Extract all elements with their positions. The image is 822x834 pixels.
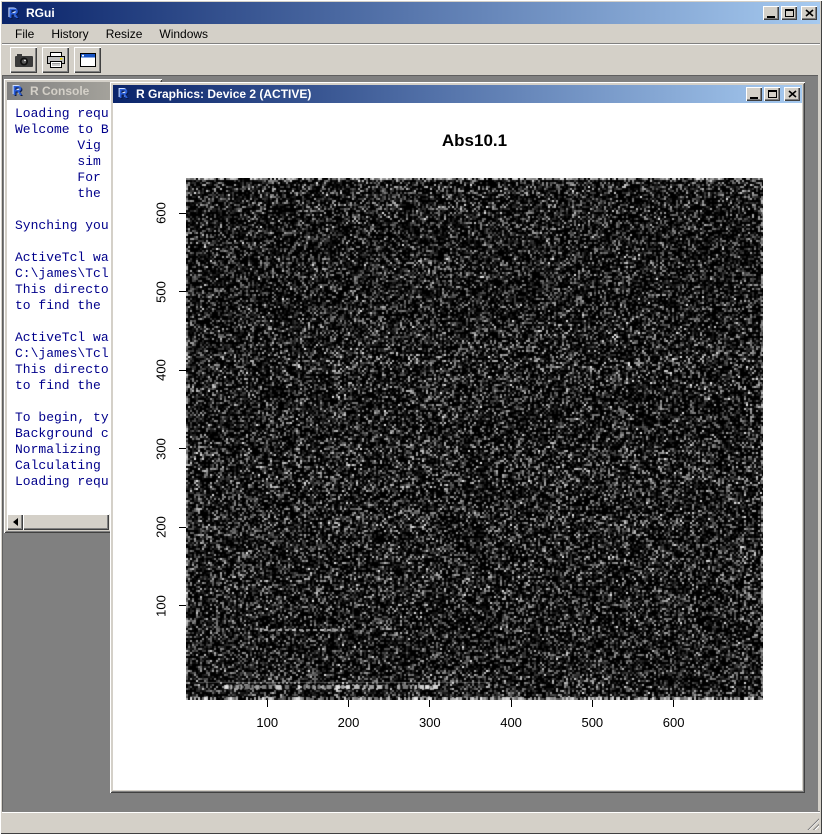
minimize-button[interactable] xyxy=(763,6,779,20)
y-tick-label: 300 xyxy=(154,438,169,460)
statusbar xyxy=(2,812,820,831)
resize-grip[interactable] xyxy=(806,817,819,830)
close-button[interactable] xyxy=(801,6,817,20)
minimize-icon xyxy=(767,16,775,18)
y-tick-label: 100 xyxy=(154,595,169,617)
maximize-button[interactable] xyxy=(781,6,797,20)
close-icon xyxy=(805,9,814,17)
graphics-titlebar[interactable]: R R Graphics: Device 2 (ACTIVE) xyxy=(113,85,802,103)
y-tick-label: 600 xyxy=(154,202,169,224)
arrow-left-icon xyxy=(13,518,18,526)
r-logo-icon: R xyxy=(115,86,132,102)
r-logo-icon: R xyxy=(9,83,26,99)
x-tick-label: 400 xyxy=(500,715,522,730)
close-icon xyxy=(788,90,797,98)
y-tick-mark xyxy=(179,448,186,449)
print-button[interactable] xyxy=(42,47,69,73)
graphics-close-button[interactable] xyxy=(784,87,800,101)
y-tick-mark xyxy=(179,527,186,528)
app-title: RGui xyxy=(26,6,763,20)
x-tick-mark xyxy=(511,700,512,707)
y-tick-mark xyxy=(179,291,186,292)
menu-item-windows[interactable]: Windows xyxy=(153,25,214,43)
y-tick-label: 400 xyxy=(154,359,169,381)
menu-item-file[interactable]: File xyxy=(9,25,40,43)
x-tick-label: 300 xyxy=(419,715,441,730)
microarray-image xyxy=(186,178,763,700)
app-titlebar[interactable]: R RGui xyxy=(2,2,820,24)
rgui-window: R RGui File History Resize Windows xyxy=(0,0,822,834)
scrollbar-thumb[interactable] xyxy=(23,514,109,530)
r-logo-icon: R xyxy=(5,5,22,21)
plot-area: Abs10.1 100 200 300 400 500 600 100 200 300 400 50… xyxy=(113,103,802,790)
minimize-icon xyxy=(750,97,758,99)
y-tick-label: 500 xyxy=(154,281,169,303)
x-tick-label: 500 xyxy=(581,715,603,730)
y-tick-mark xyxy=(179,605,186,606)
y-tick-label: 200 xyxy=(154,516,169,538)
window-icon xyxy=(78,52,98,68)
printer-icon xyxy=(46,52,66,68)
plot-title: Abs10.1 xyxy=(186,131,763,151)
menu-item-history[interactable]: History xyxy=(45,25,94,43)
x-tick-mark xyxy=(267,700,268,707)
copy-camera-button[interactable] xyxy=(10,47,37,73)
scroll-left-button[interactable] xyxy=(7,514,23,530)
toolbar xyxy=(2,43,820,75)
menubar: File History Resize Windows xyxy=(2,24,820,43)
x-tick-label: 100 xyxy=(256,715,278,730)
window-controls xyxy=(763,6,817,20)
x-tick-label: 200 xyxy=(338,715,360,730)
graphics-window-controls xyxy=(746,87,800,101)
graphics-title: R Graphics: Device 2 (ACTIVE) xyxy=(136,87,746,101)
mdi-area: R R Console Loading requWelcome to B Vig… xyxy=(2,75,818,812)
y-tick-mark xyxy=(179,370,186,371)
x-tick-mark xyxy=(348,700,349,707)
x-tick-label: 600 xyxy=(663,715,685,730)
x-tick-mark xyxy=(429,700,430,707)
menu-item-resize[interactable]: Resize xyxy=(100,25,149,43)
graphics-window: R R Graphics: Device 2 (ACTIVE) Abs10.1 … xyxy=(110,82,805,793)
maximize-icon xyxy=(785,9,794,17)
x-tick-mark xyxy=(673,700,674,707)
x-tick-mark xyxy=(592,700,593,707)
y-tick-mark xyxy=(179,213,186,214)
graphics-maximize-button[interactable] xyxy=(764,87,780,101)
maximize-icon xyxy=(768,90,777,98)
camera-icon xyxy=(14,52,34,68)
graphics-minimize-button[interactable] xyxy=(746,87,762,101)
console-window-button[interactable] xyxy=(74,47,101,73)
